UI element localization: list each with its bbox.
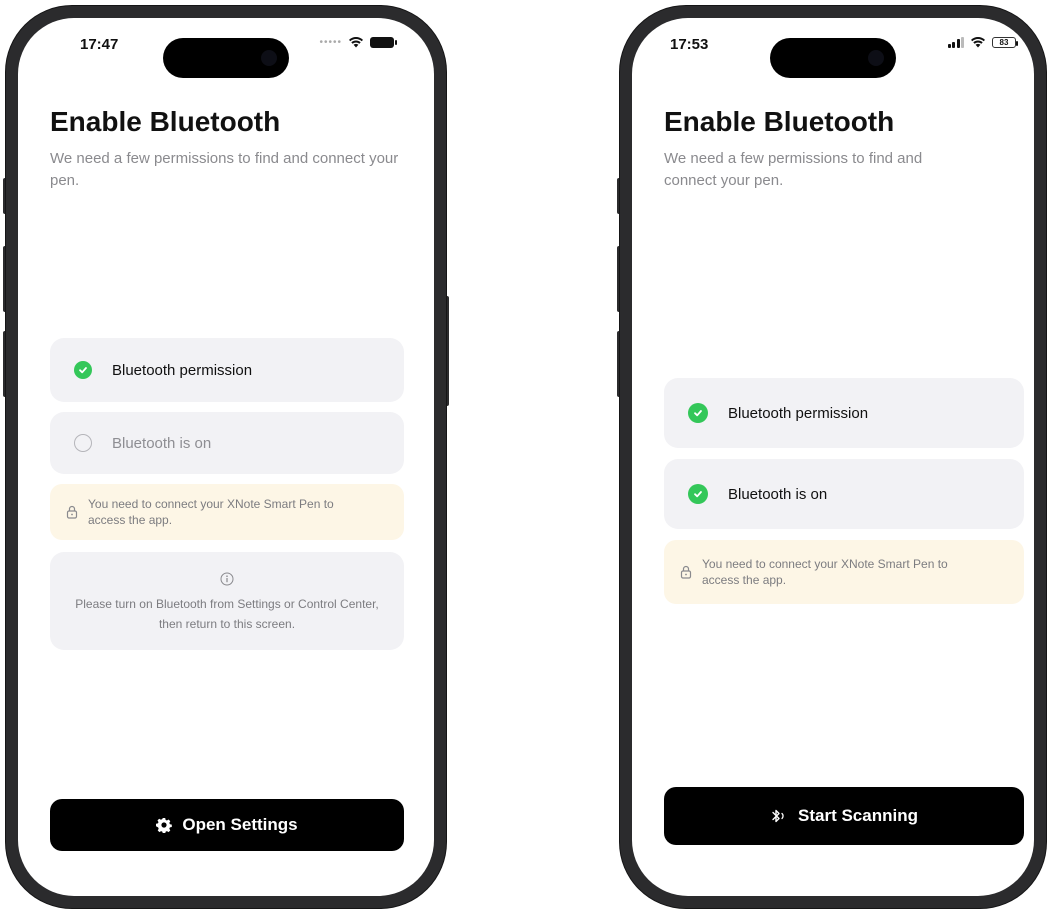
gear-icon [156,817,173,833]
dynamic-island [163,38,289,78]
button-label: Start Scanning [798,806,918,825]
status-time: 17:47 [80,36,119,53]
no-signal-icon: ••••• [319,36,342,48]
screen: 17:47 ••••• Enable Bluetooth We need a f… [18,18,434,896]
page-title: Enable Bluetooth [50,106,281,137]
check-circle-icon [688,403,708,423]
start-scanning-button[interactable]: Start Scanning [664,787,1024,845]
camera-icon [868,50,884,66]
screen: 17:53 83 Enable Bluetooth We need a few … [632,18,1034,896]
page-subtitle: We need a few permissions to find and co… [664,150,923,189]
check-circle-icon [74,361,92,379]
check-circle-icon [688,484,708,504]
button-label: Open Settings [182,815,298,834]
camera-icon [261,50,277,66]
connect-notice: You need to connect your XNote Smart Pen… [664,540,1024,604]
lock-icon [680,565,692,579]
lock-icon [66,505,78,519]
wifi-icon [970,36,986,48]
info-card: Please turn on Bluetooth from Settings o… [50,552,404,650]
page-title: Enable Bluetooth [664,106,895,137]
checklist-label: Bluetooth permission [728,404,869,422]
status-icons: ••••• [319,36,397,48]
empty-circle-icon [74,434,92,452]
connect-notice: You need to connect your XNote Smart Pen… [50,484,404,540]
notice-text: You need to connect your XNote Smart Pen… [88,497,334,527]
checklist-label: Bluetooth is on [728,485,828,503]
cellular-signal-icon [947,36,964,48]
status-time: 17:53 [670,36,709,53]
info-icon [50,572,404,586]
status-icons: 83 [947,36,1018,48]
bluetooth-scan-icon [770,808,788,824]
checklist-item-bluetooth-on: Bluetooth is on [664,459,1024,529]
dynamic-island [770,38,896,78]
wifi-icon [348,36,364,48]
phone-right: 17:53 83 Enable Bluetooth We need a few … [617,6,1046,908]
battery-icon: 83 [992,36,1018,48]
page-subtitle: We need a few permissions to find and co… [50,150,399,189]
checklist-item-bluetooth-on: Bluetooth is on [50,412,404,474]
checklist-item-permission: Bluetooth permission [50,338,404,402]
info-text: Please turn on Bluetooth from Settings o… [75,597,379,631]
phone-left: 17:47 ••••• Enable Bluetooth We need a f… [3,6,449,908]
checklist-label: Bluetooth is on [112,434,212,452]
battery-icon [370,36,397,48]
open-settings-button[interactable]: Open Settings [50,799,404,851]
notice-text: You need to connect your XNote Smart Pen… [702,557,948,587]
checklist-label: Bluetooth permission [112,361,253,379]
checklist-item-permission: Bluetooth permission [664,378,1024,448]
